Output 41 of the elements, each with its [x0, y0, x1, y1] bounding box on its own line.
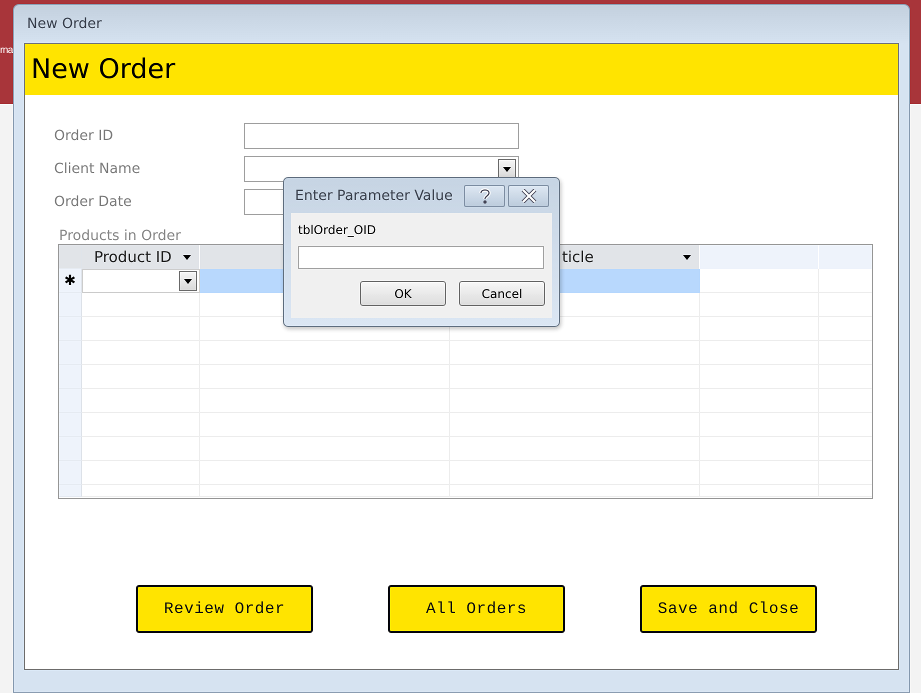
- window-title: New Order: [27, 16, 102, 32]
- action-button[interactable]: Save and Close: [640, 585, 817, 633]
- dropdown-button[interactable]: [179, 271, 197, 291]
- column-header[interactable]: Product ID: [82, 245, 200, 269]
- row-selector[interactable]: [59, 341, 82, 365]
- row-selector[interactable]: [59, 389, 82, 413]
- row-selector[interactable]: [59, 461, 82, 485]
- sort-caret-icon: [183, 254, 191, 260]
- row-selector[interactable]: [59, 413, 82, 437]
- text-field[interactable]: [244, 123, 519, 149]
- dialog-button[interactable]: OK: [360, 281, 446, 306]
- action-button[interactable]: All Orders: [388, 585, 565, 633]
- dialog-button[interactable]: Cancel: [459, 281, 545, 306]
- caret-icon: [184, 278, 192, 284]
- dropdown-button[interactable]: [498, 159, 516, 179]
- question-mark-icon: [478, 188, 490, 204]
- dialog-title: Enter Parameter Value: [295, 188, 454, 204]
- column-header[interactable]: [819, 245, 872, 269]
- close-button[interactable]: [508, 184, 549, 206]
- product-id-combo[interactable]: [82, 269, 200, 293]
- row-selector[interactable]: [59, 485, 82, 497]
- field-label: Order ID: [54, 128, 114, 144]
- subform-label: Products in Order: [59, 228, 181, 244]
- background-app-text: rna: [0, 45, 13, 56]
- help-button[interactable]: [464, 184, 505, 206]
- caret-icon: [503, 166, 511, 172]
- select-all-corner[interactable]: [59, 245, 82, 269]
- row-selector[interactable]: [59, 317, 82, 341]
- column-header[interactable]: [700, 245, 819, 269]
- action-button[interactable]: Review Order: [136, 585, 313, 633]
- form-title: New Order: [31, 54, 176, 85]
- sort-caret-icon: [683, 254, 691, 260]
- row-selector[interactable]: [59, 437, 82, 461]
- row-selector[interactable]: [59, 293, 82, 317]
- field-label: Client Name: [54, 161, 142, 177]
- row-selector[interactable]: [59, 365, 82, 389]
- parameter-prompt: tblOrder_OID: [298, 223, 377, 237]
- new-record-marker: ✱: [59, 269, 82, 293]
- parameter-input[interactable]: [298, 246, 544, 269]
- field-label: Order Date: [54, 194, 133, 210]
- close-icon: [520, 188, 536, 202]
